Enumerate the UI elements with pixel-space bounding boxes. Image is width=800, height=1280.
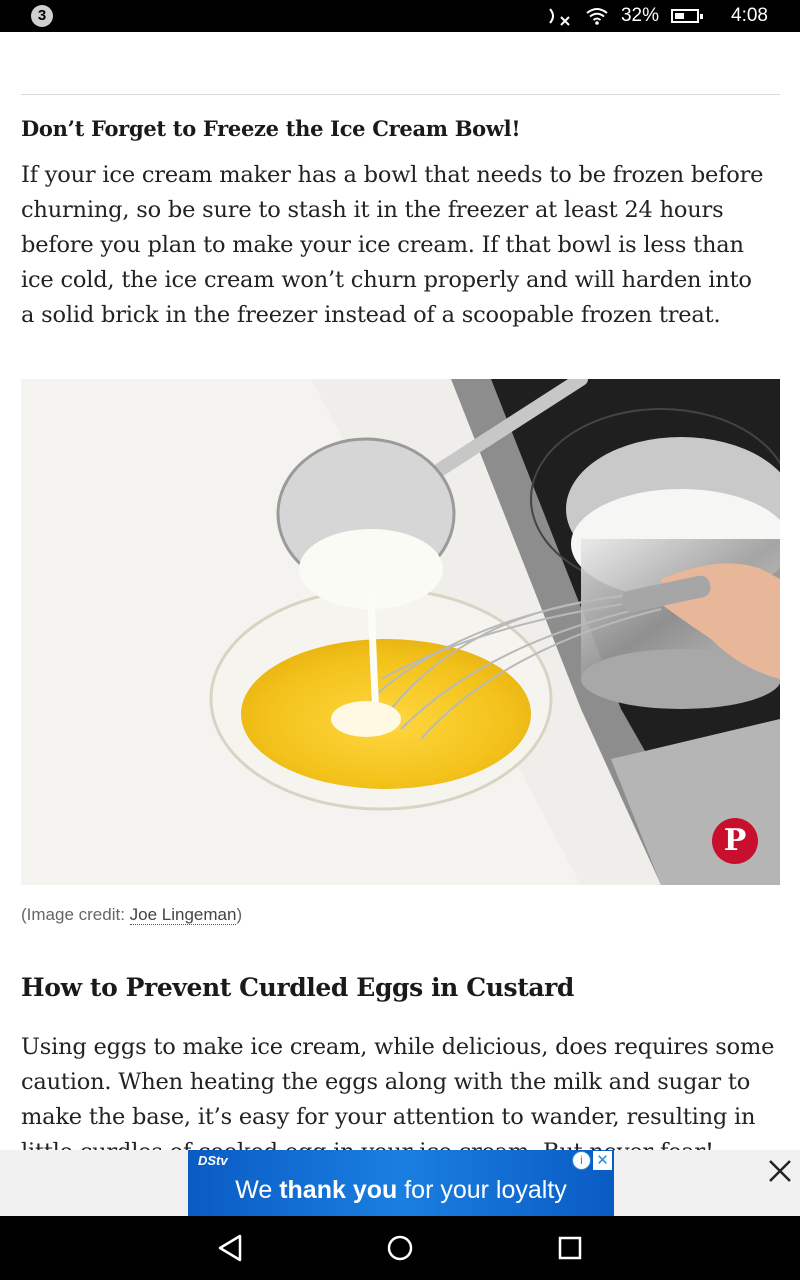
ad-text-pre: We bbox=[235, 1176, 280, 1204]
image-credit-suffix: ) bbox=[236, 905, 243, 924]
clock: 4:08 bbox=[731, 5, 768, 26]
ad-text-bold: thank you bbox=[279, 1176, 398, 1204]
recents-icon[interactable] bbox=[550, 1230, 590, 1266]
section-divider bbox=[21, 94, 780, 95]
section-subheading: Don’t Forget to Freeze the Ice Cream Bow… bbox=[21, 116, 521, 141]
paragraph-freeze-bowl: If your ice cream maker has a bowl that … bbox=[21, 158, 781, 333]
status-icons: 32% 4:08 bbox=[547, 0, 768, 32]
section-heading-custard: How to Prevent Curdled Eggs in Custard bbox=[21, 973, 575, 1002]
home-icon[interactable] bbox=[380, 1230, 420, 1266]
ad-banner[interactable]: DStv We thank you for your loyalty bbox=[188, 1150, 614, 1216]
paragraph-curdled-eggs: Using eggs to make ice cream, while deli… bbox=[21, 1030, 781, 1170]
ad-choices-close-icon[interactable]: ✕ bbox=[593, 1151, 612, 1170]
close-ad-icon[interactable] bbox=[764, 1155, 796, 1187]
paragraph-line: caution. When heating the eggs along wit… bbox=[21, 1069, 751, 1095]
image-credit: (Image credit: Joe Lingeman) bbox=[21, 905, 242, 925]
paragraph-line: If your ice cream maker has a bowl that … bbox=[21, 162, 764, 188]
paragraph-line: make the base, it’s easy for your attent… bbox=[21, 1104, 756, 1130]
custard-photo-illustration bbox=[21, 379, 780, 885]
no-sound-icon bbox=[549, 8, 570, 26]
paragraph-line: ice cold, the ice cream won’t churn prop… bbox=[21, 267, 752, 293]
paragraph-line: Using eggs to make ice cream, while deli… bbox=[21, 1034, 775, 1060]
ad-info-icon[interactable]: i bbox=[572, 1151, 591, 1170]
ad-text-post: for your loyalty bbox=[397, 1176, 567, 1204]
image-credit-link[interactable]: Joe Lingeman bbox=[129, 905, 237, 925]
pinterest-save-button[interactable]: P bbox=[712, 818, 758, 864]
navigation-bar bbox=[0, 1216, 800, 1280]
article-photo bbox=[21, 379, 780, 885]
battery-percent: 32% bbox=[620, 5, 660, 26]
status-bar: 3 32% 4:08 bbox=[0, 0, 800, 32]
image-credit-prefix: (Image credit: bbox=[21, 905, 130, 924]
paragraph-line: a solid brick in the freezer instead of … bbox=[21, 302, 721, 328]
ad-brand-logo: DStv bbox=[198, 1153, 228, 1168]
notification-count-badge: 3 bbox=[31, 5, 53, 27]
ad-text: We thank you for your loyalty bbox=[188, 1176, 614, 1205]
battery-icon bbox=[671, 9, 704, 23]
back-icon[interactable] bbox=[210, 1230, 250, 1266]
paragraph-line: before you plan to make your ice cream. … bbox=[21, 232, 744, 258]
wifi-icon bbox=[586, 8, 608, 25]
paragraph-line: churning, so be sure to stash it in the … bbox=[21, 197, 724, 223]
